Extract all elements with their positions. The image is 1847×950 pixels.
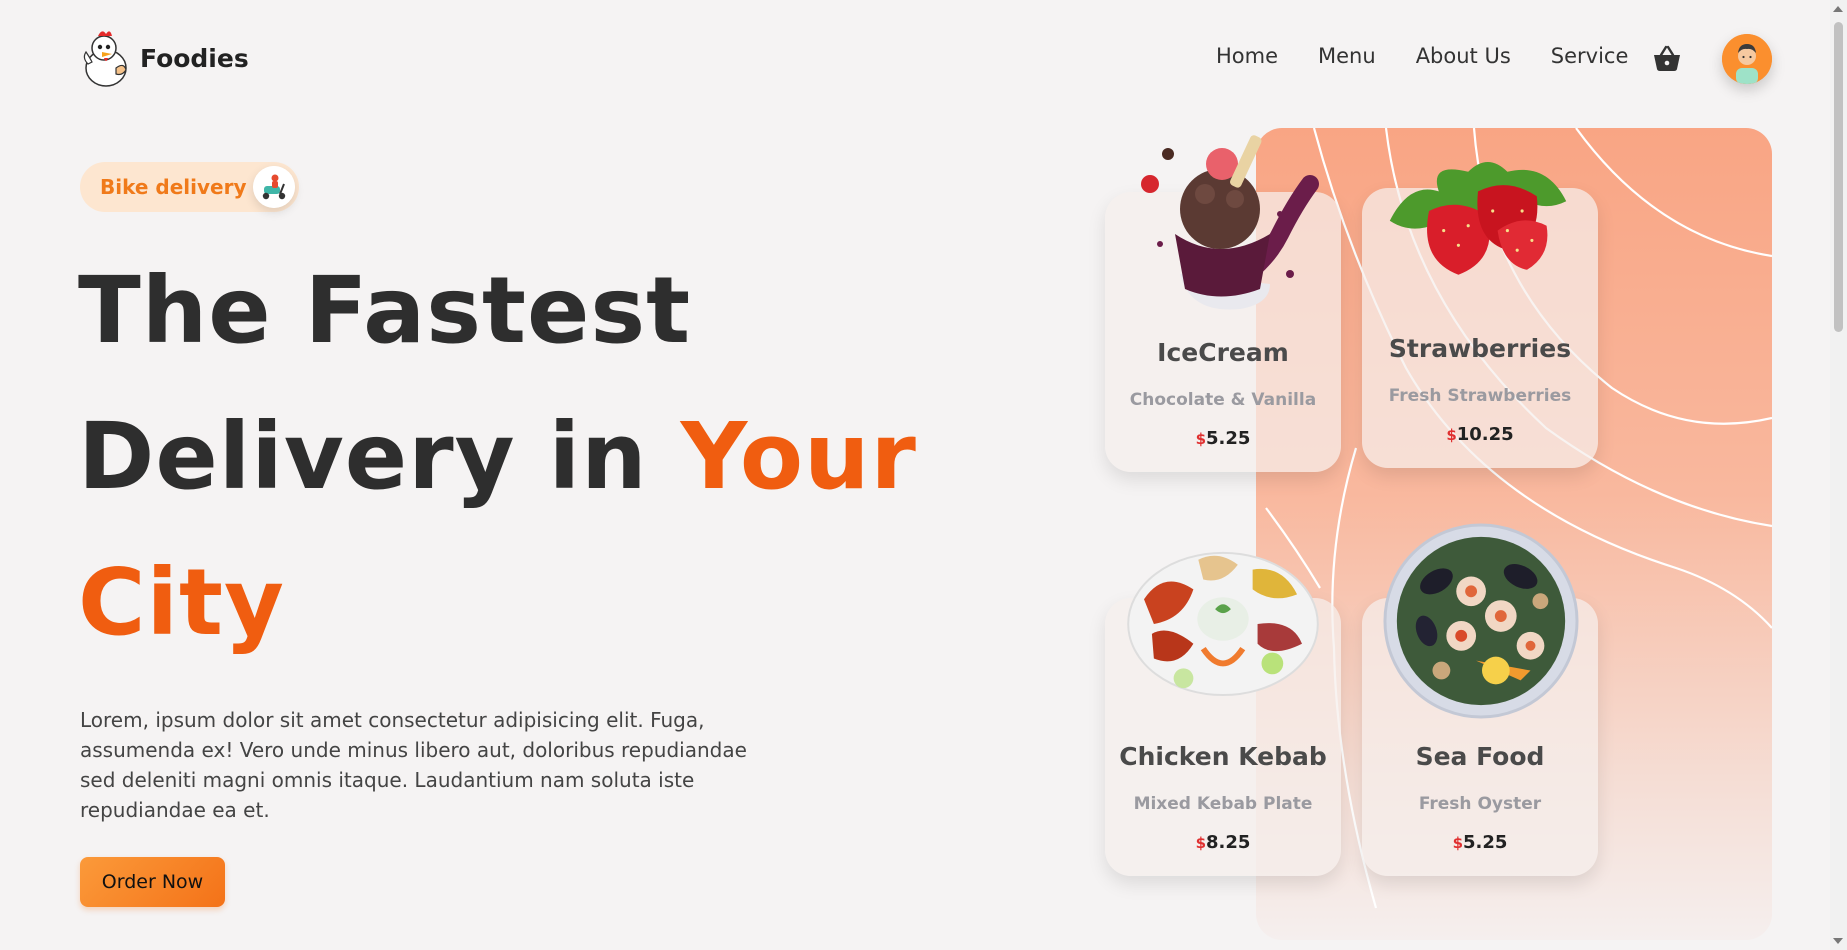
brand-name: Foodies (140, 43, 249, 73)
card-subtitle: Fresh Oyster (1418, 794, 1542, 814)
card-subtitle: Chocolate & Vanilla (1129, 390, 1317, 410)
bike-delivery-badge: Bike delivery (80, 162, 299, 212)
card-subtitle: Mixed Kebab Plate (1133, 794, 1313, 814)
user-avatar-icon[interactable] (1722, 34, 1772, 84)
nav-item-service[interactable]: Service (1551, 44, 1629, 68)
strawberries-image (1389, 162, 1567, 275)
card-title: Chicken Kebab (1119, 742, 1327, 771)
chicken-mascot-icon (83, 31, 127, 87)
nav-item-home[interactable]: Home (1216, 44, 1278, 68)
headline-line-1: The Fastest (78, 257, 692, 364)
currency-symbol: $ (1446, 426, 1457, 444)
hero-description: Lorem, ipsum dolor sit amet consectetur … (80, 708, 747, 822)
card-price: $8.25 (1105, 832, 1341, 853)
nav-item-menu[interactable]: Menu (1318, 44, 1376, 68)
main-nav: Home Menu About Us Service (1216, 44, 1628, 68)
order-now-button[interactable]: Order Now (80, 857, 225, 907)
scrollbar-thumb[interactable] (1834, 22, 1843, 332)
currency-symbol: $ (1195, 834, 1206, 852)
card-price: $10.25 (1362, 424, 1598, 445)
headline-line-2: Delivery in Your (78, 384, 917, 530)
price-value: 5.25 (1463, 832, 1508, 853)
badge-label: Bike delivery (100, 175, 247, 199)
price-value: 5.25 (1206, 428, 1251, 449)
delivery-scooter-icon (253, 166, 295, 208)
nav-item-about-us[interactable]: About Us (1416, 44, 1511, 68)
card-price: $5.25 (1105, 428, 1341, 449)
seafood-plate-image (1383, 523, 1579, 719)
card-title: Sea Food (1415, 742, 1545, 771)
price-value: 10.25 (1456, 424, 1514, 445)
ice-cream-image (1141, 135, 1319, 310)
card-title: IceCream (1157, 338, 1289, 367)
scroll-up-arrow-icon[interactable] (1833, 6, 1843, 12)
card-subtitle: Fresh Strawberries (1388, 386, 1572, 406)
headline-accent-city: City (78, 549, 286, 656)
kebab-plate-image (1127, 551, 1319, 697)
headline-line-2-dark: Delivery in (78, 403, 681, 510)
brand-logo[interactable]: Foodies (80, 28, 249, 88)
card-price: $5.25 (1362, 832, 1598, 853)
headline-accent-your: Your (680, 403, 917, 510)
header: Foodies Home Menu About Us Service (0, 0, 1847, 118)
card-title: Strawberries (1388, 334, 1572, 363)
page-scrollbar[interactable] (1830, 0, 1847, 950)
currency-symbol: $ (1195, 430, 1206, 448)
currency-symbol: $ (1452, 834, 1463, 852)
price-value: 8.25 (1206, 832, 1251, 853)
hero-headline: The Fastest Delivery in Your City (78, 238, 917, 676)
basket-icon[interactable] (1652, 44, 1682, 72)
scroll-down-arrow-icon[interactable] (1833, 938, 1843, 944)
